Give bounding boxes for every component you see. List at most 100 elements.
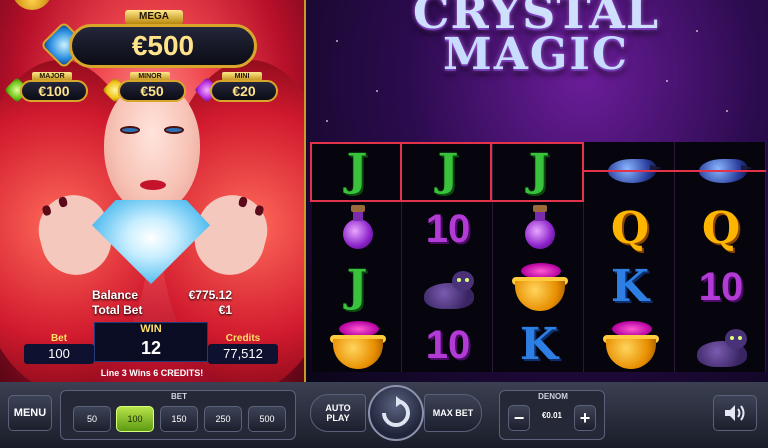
potion-part [533,205,547,212]
cauldron-icon [600,321,660,369]
symbol-j: J [528,145,550,196]
game-title-line1: CRYSTAL [412,0,660,39]
reel-2: J 10 10 [403,142,493,372]
jackpot-mini-value: €20 [210,80,278,102]
jackpot-minor-value: €50 [118,80,186,102]
spin-button[interactable] [368,385,424,441]
symbol-k: K [610,261,650,312]
reel-symbol [585,316,675,374]
cauldron-icon [509,263,569,311]
cauldron-part [515,281,565,311]
credits-stat: Credits 77,512 [208,333,278,364]
reel-symbol [676,316,766,374]
reel-symbol: K [585,258,675,316]
cat-icon [691,321,751,369]
max-bet-button[interactable]: MAX BET [424,394,482,432]
cauldron-part [333,339,383,369]
cat-icon [418,263,478,311]
denom-selector: DENOM − €0.01 + [499,390,605,440]
reel-symbol: 10 [403,200,493,258]
reel-symbol [494,258,584,316]
bet-option-100[interactable]: 100 [116,406,154,432]
win-label: WIN [140,323,162,335]
total-bet-label: Total Bet [92,303,143,317]
reel-symbol [403,258,493,316]
symbol-q: Q [701,203,741,254]
spin-arrow-icon [382,396,410,427]
reel-symbol: J [312,142,402,200]
reel-4: QK [585,142,675,372]
nail [237,196,249,208]
reel-symbol: 10 [403,316,493,374]
nail [41,204,52,217]
nail [254,204,265,217]
bet-option-50[interactable]: 50 [73,406,111,432]
menu-button[interactable]: MENU [8,395,52,431]
denom-title: DENOM [538,392,568,401]
bet-stat-label: Bet [50,333,68,344]
jackpot-mini: MINI €20 [194,72,280,103]
bet-stat-value: 100 [24,344,94,364]
win-box: WIN 12 [94,322,208,362]
symbol-j: J [437,145,459,196]
star [376,90,378,92]
game-title-line2: MAGIC [442,29,630,80]
symbol-10: 10 [425,323,471,367]
symbol-10: 10 [425,207,471,251]
symbol-k: K [519,319,559,370]
auto-play-label-line2: PLAY [326,413,350,423]
star [726,110,728,112]
balance-label: Balance [92,288,139,302]
jackpot-minor: MINOR €50 [102,72,188,103]
cauldron-icon [327,321,387,369]
cat-part [725,329,747,349]
reel-symbol [312,200,402,258]
star [696,30,698,32]
jackpot-major: MAJOR €100 [4,72,90,103]
lips [140,180,166,190]
potion-part [353,211,363,221]
nail [57,196,69,208]
jackpot-mega-value: €500 [69,24,257,68]
game-logo: CRYSTAL MAGIC [406,0,666,100]
sound-button[interactable] [713,395,757,431]
denom-minus-button[interactable]: − [508,405,530,431]
auto-play-button[interactable]: AUTO PLAY [310,394,366,432]
reel-symbol: J [403,142,493,200]
reel-3: JK [494,142,584,372]
reel-grid: J J J 10 10 J K Q K Q 10 [312,142,766,372]
reel-symbol: 10 [676,258,766,316]
denom-plus-button[interactable]: + [574,405,596,431]
win-line [584,170,766,172]
reel-symbol [312,316,402,374]
potion-icon [327,205,387,253]
symbol-j: J [346,261,368,312]
bet-option-500[interactable]: 500 [248,406,286,432]
coin-icon [12,0,52,10]
reel-symbol: J [494,142,584,200]
eye-left [120,126,140,134]
jackpot-mega-label: MEGA [125,10,183,24]
reel-symbol: J [312,258,402,316]
win-message: Line 3 Wins 6 CREDITS! [100,368,204,378]
balance-box: Balance €775.12 Total Bet €1 [92,288,232,318]
reel-symbol [494,200,584,258]
star [666,80,668,82]
bet-title: BET [171,392,187,401]
cat-part [457,278,461,282]
jackpot-mega: MEGA €500 [39,10,259,70]
bet-option-250[interactable]: 250 [204,406,242,432]
symbol-10: 10 [698,265,744,309]
cat-part [730,336,734,340]
bet-option-150[interactable]: 150 [160,406,198,432]
jackpot-panel: MEGA €500 MAJOR €100 MINOR €50 MINI €20 … [0,0,304,382]
cat-part [465,278,469,282]
star [326,120,328,122]
win-value: 12 [140,338,162,358]
potion-part [343,219,373,249]
auto-play-label-line1: AUTO [325,403,351,413]
cauldron-part [606,339,656,369]
bet-stat: Bet 100 [24,333,94,364]
reel-1: JJ [312,142,402,372]
reel-5: Q 10 [676,142,766,372]
